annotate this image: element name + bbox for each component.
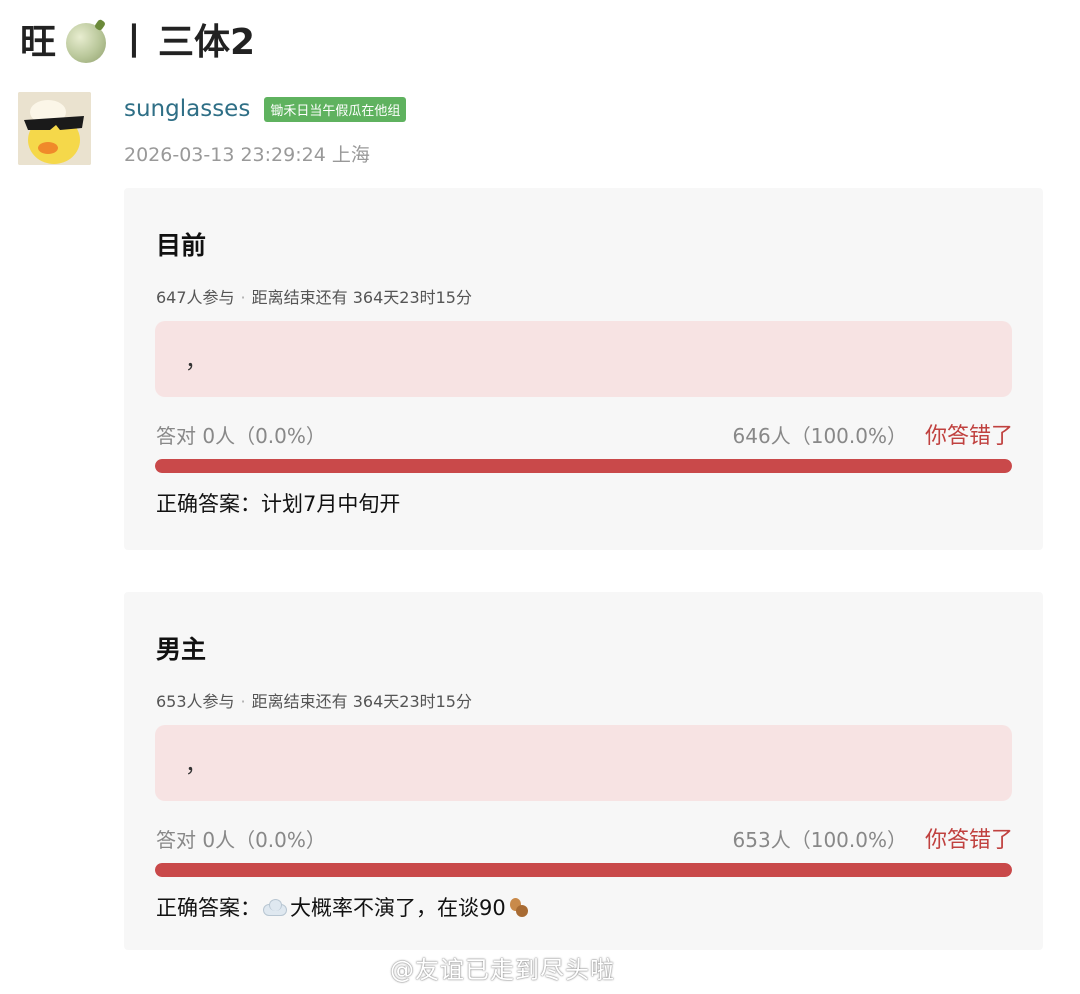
wrong-label: 你答错了 (924, 424, 1013, 449)
result-bar (155, 459, 1012, 473)
separator-dot: · (240, 288, 246, 307)
correct-answer-text: 计划7月中旬开 (261, 492, 401, 516)
watermark: @友谊已走到尽头啦 (390, 956, 615, 984)
poll-answer-text: ， (185, 349, 208, 374)
cloud-icon (261, 899, 287, 916)
author-row: sunglasses 锄禾日当午假瓜在他组 (124, 96, 407, 122)
wrong-stat: 653人（100.0%） (732, 827, 907, 852)
poll-card: 男主 653人参与 · 距离结束还有 364天23时15分 ， 答对 0人（0.0%… (124, 592, 1043, 950)
poll-time-left: 距离结束还有 364天23时15分 (251, 692, 472, 711)
poll-result-row: 答对 0人（0.0%） 653人（100.0%） 你答错了 (156, 822, 1013, 854)
poll-answer-text: ， (185, 753, 208, 778)
peanut-icon (508, 895, 530, 919)
correct-stat: 0人（0.0%） (202, 827, 326, 852)
result-bar-fill (155, 459, 1012, 473)
author-name[interactable]: sunglasses (124, 96, 250, 122)
correct-answer-label: 正确答案： (156, 492, 261, 516)
post-title: 旺 丨 三体2 (20, 18, 255, 68)
melon-icon (66, 23, 107, 63)
poll-time-left: 距离结束还有 364天23时15分 (251, 288, 472, 307)
avatar[interactable] (18, 92, 91, 165)
poll-question: 目前 (156, 231, 207, 260)
post-timestamp: 2026-03-13 23:29:24 (124, 144, 326, 166)
poll-stats: 653人参与 · 距离结束还有 364天23时15分 (156, 688, 472, 712)
wrong-stat: 646人（100.0%） (732, 423, 907, 448)
author-badge: 锄禾日当午假瓜在他组 (264, 96, 407, 122)
correct-stat: 0人（0.0%） (202, 423, 326, 448)
wrong-label: 你答错了 (924, 828, 1013, 853)
correct-label: 答对 (156, 827, 196, 852)
poll-participants: 647人参与 (156, 288, 235, 307)
poll-stats: 647人参与 · 距离结束还有 364天23时15分 (156, 284, 472, 308)
correct-stat-group: 答对 0人（0.0%） (156, 420, 326, 449)
correct-stat-group: 答对 0人（0.0%） (156, 824, 326, 853)
wrong-stat-group: 646人（100.0%） 你答错了 (733, 418, 1013, 450)
duck-avatar-icon (18, 92, 91, 165)
correct-label: 答对 (156, 423, 196, 448)
correct-answer-row: 正确答案： 计划7月中旬开 (156, 488, 400, 518)
poll-result-row: 答对 0人（0.0%） 646人（100.0%） 你答错了 (156, 418, 1013, 450)
result-bar (155, 863, 1012, 877)
result-bar-fill (155, 863, 1012, 877)
title-separator: 丨 (116, 22, 153, 63)
poll-selected-answer[interactable]: ， (155, 725, 1012, 801)
wrong-stat-group: 653人（100.0%） 你答错了 (733, 822, 1013, 854)
poll-question: 男主 (156, 635, 207, 664)
poll-participants: 653人参与 (156, 692, 235, 711)
correct-answer-label: 正确答案： (156, 896, 261, 920)
poll-selected-answer[interactable]: ， (155, 321, 1012, 397)
poll-card: 目前 647人参与 · 距离结束还有 364天23时15分 ， 答对 0人（0.0%… (124, 188, 1043, 550)
title-main: 三体2 (158, 22, 256, 63)
post-meta: 2026-03-13 23:29:24 上海 (124, 140, 370, 167)
post-location: 上海 (331, 144, 370, 166)
separator-dot: · (240, 692, 246, 711)
title-prefix: 旺 (20, 22, 57, 63)
correct-answer-text: 大概率不演了，在谈90 (290, 896, 506, 920)
correct-answer-row: 正确答案： 大概率不演了，在谈90 (156, 892, 530, 922)
